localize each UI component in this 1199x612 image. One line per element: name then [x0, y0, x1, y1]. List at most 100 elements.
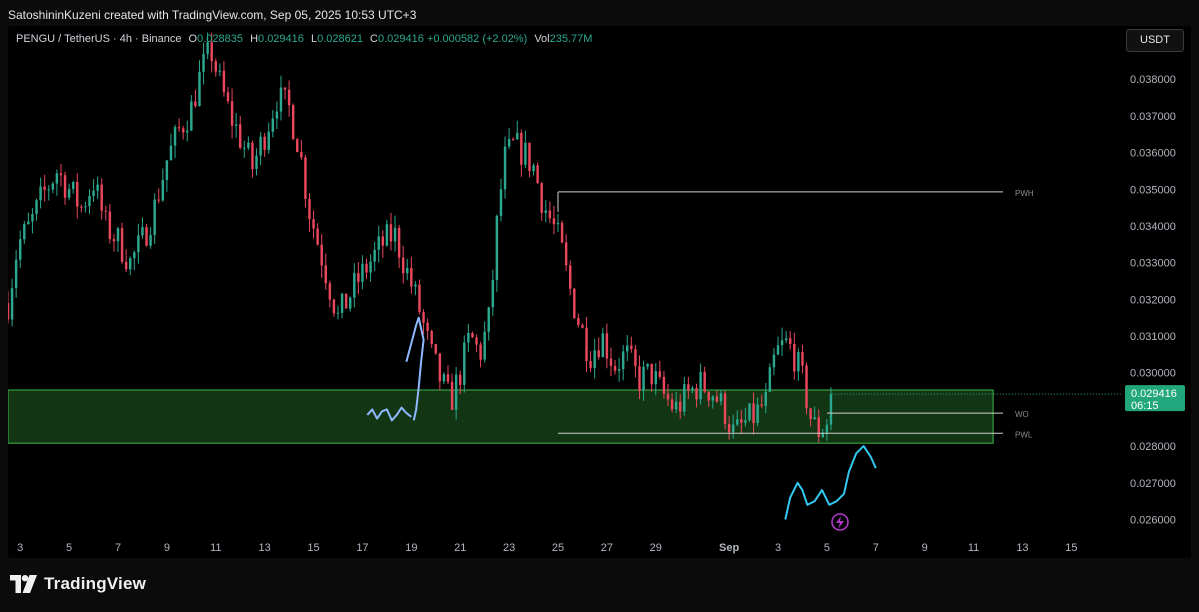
- candle-body: [31, 214, 34, 222]
- candle-body: [108, 211, 112, 240]
- candle-body: [516, 132, 519, 140]
- candle-body: [230, 101, 234, 126]
- candle-body: [825, 424, 829, 433]
- candle-body: [544, 210, 547, 213]
- candle-body: [617, 369, 621, 371]
- candle-body: [634, 349, 637, 367]
- candle-body: [699, 371, 702, 400]
- candle-body: [801, 352, 804, 366]
- volume-label: Vol: [534, 33, 550, 45]
- y-tick-label: 0.034000: [1130, 221, 1176, 233]
- candle-body: [414, 284, 417, 287]
- candle-body: [744, 420, 747, 423]
- tradingview-logo-icon: [10, 575, 37, 593]
- candle-body: [340, 293, 344, 313]
- candle-body: [772, 354, 776, 368]
- candle-body: [59, 173, 63, 176]
- candle-body: [446, 374, 450, 382]
- candle-body: [186, 130, 189, 133]
- candle-body: [226, 92, 230, 102]
- candle-body: [723, 393, 727, 425]
- candle-body: [149, 235, 152, 246]
- candle-body: [51, 183, 55, 190]
- candle-body: [703, 371, 706, 392]
- candle-body: [756, 404, 759, 424]
- candle-body: [459, 374, 462, 386]
- x-tick-label: 13: [259, 542, 271, 554]
- candle-body: [524, 142, 527, 165]
- candle-body: [124, 261, 128, 270]
- candle-body: [564, 242, 568, 266]
- candle-body: [275, 111, 279, 119]
- candle-body: [63, 175, 67, 198]
- candle-body: [569, 265, 572, 289]
- candle-body: [691, 387, 694, 391]
- candle-body: [593, 350, 596, 369]
- candle-body: [548, 210, 552, 219]
- y-tick-label: 0.030000: [1130, 368, 1176, 380]
- candle-body: [210, 42, 213, 62]
- candle-body: [679, 401, 682, 412]
- high-label: H: [250, 33, 259, 45]
- candle-body: [55, 173, 59, 184]
- price-chart[interactable]: PWHWOPWL0.0390000.0380000.0370000.036000…: [8, 26, 1191, 558]
- candle-body: [666, 393, 670, 400]
- candle-body: [630, 345, 633, 350]
- x-tick-label: 13: [1016, 542, 1028, 554]
- y-tick-label: 0.028000: [1130, 441, 1176, 453]
- candle-body: [654, 371, 657, 385]
- x-tick-label: 17: [356, 542, 368, 554]
- candle-body: [373, 249, 376, 262]
- candle-body: [243, 147, 246, 149]
- candle-body: [165, 160, 169, 180]
- candle-body: [601, 333, 605, 358]
- candle-body: [344, 293, 348, 309]
- attribution-text: SatoshininKuzeni created with TradingVie…: [8, 8, 417, 22]
- candle-body: [381, 236, 385, 246]
- candle-body: [585, 327, 588, 362]
- candle-body: [491, 280, 495, 308]
- candle-body: [247, 142, 250, 148]
- candle-body: [503, 146, 507, 190]
- y-tick-label: 0.035000: [1130, 184, 1176, 196]
- drawn-curve-2: [784, 445, 877, 520]
- candle-body: [157, 199, 160, 201]
- x-tick-label: 29: [650, 542, 662, 554]
- candle-body: [573, 288, 576, 318]
- level-label-pwh: PWH: [1015, 189, 1034, 198]
- level-label-wo: WO: [1015, 410, 1029, 419]
- x-tick-label: 21: [454, 542, 466, 554]
- candle-body: [100, 184, 103, 211]
- candle-body: [483, 331, 486, 360]
- candle-body: [740, 419, 743, 423]
- candle-body: [760, 404, 763, 406]
- candle-body: [377, 236, 380, 250]
- candle-body: [67, 188, 71, 198]
- x-tick-label: 23: [503, 542, 515, 554]
- candle-body: [748, 403, 751, 421]
- currency-button[interactable]: USDT: [1126, 29, 1184, 52]
- candle-body: [194, 101, 197, 107]
- candle-body: [214, 61, 217, 72]
- candle-body: [613, 365, 617, 371]
- candle-body: [406, 267, 409, 274]
- candle-body: [658, 371, 662, 377]
- candle-body: [597, 350, 600, 358]
- symbol-label: PENGU / TetherUS · 4h · Binance: [16, 33, 182, 45]
- candle-body: [711, 396, 715, 401]
- candle-body: [104, 210, 107, 212]
- candle-body: [177, 127, 181, 129]
- attribution-bar: SatoshininKuzeni created with TradingVie…: [0, 0, 1199, 26]
- candle-body: [438, 353, 442, 382]
- candle-body: [320, 244, 323, 266]
- x-tick-label: 5: [824, 542, 830, 554]
- chart-frame[interactable]: PWHWOPWL0.0390000.0380000.0370000.036000…: [8, 26, 1191, 558]
- candle-body: [283, 87, 287, 90]
- candle-body: [234, 124, 238, 126]
- support-zone: [8, 389, 994, 444]
- candle-body: [259, 136, 262, 156]
- brand[interactable]: TradingView: [10, 574, 146, 594]
- x-tick-label: 9: [164, 542, 170, 554]
- candle-body: [479, 344, 482, 360]
- candle-body: [764, 391, 767, 406]
